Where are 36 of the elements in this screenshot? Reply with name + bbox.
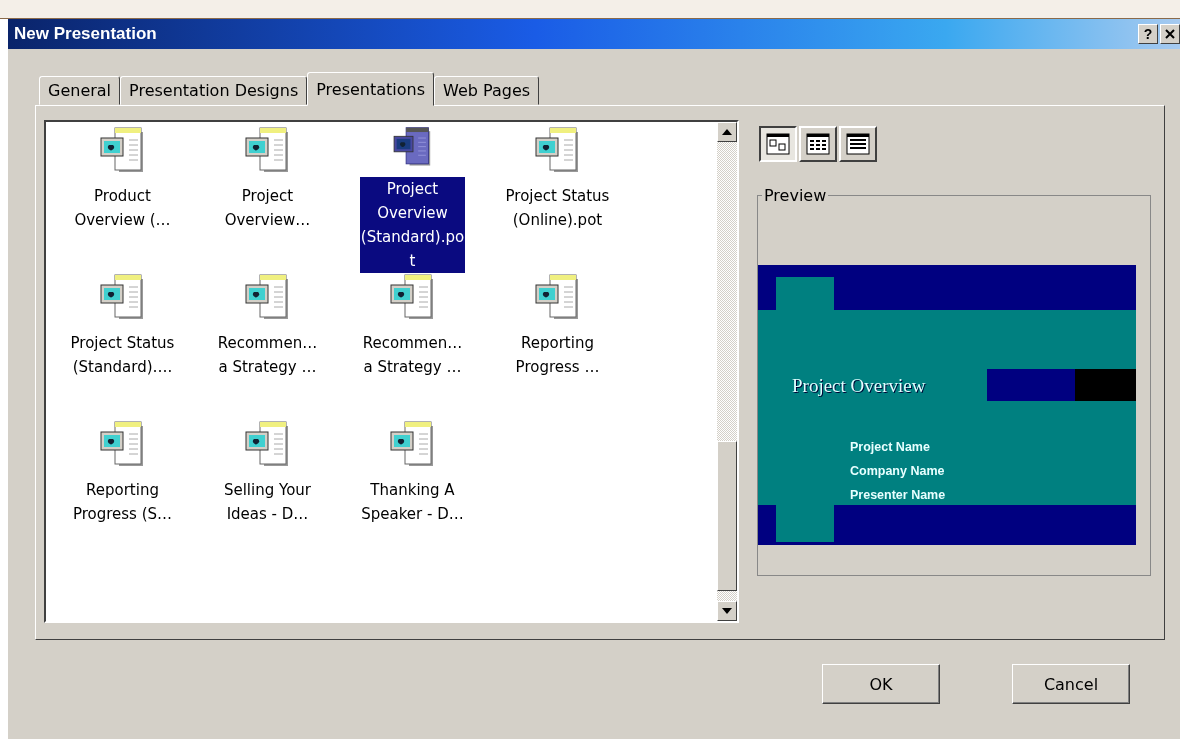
details-view-icon [846, 133, 870, 155]
scroll-thumb[interactable] [717, 441, 737, 591]
scrollbar[interactable] [717, 122, 737, 621]
file-label[interactable]: Recommen… a Strategy … [216, 331, 319, 379]
dialog-button[interactable]: Cancel [1012, 664, 1130, 704]
dialog-button[interactable]: OK [822, 664, 940, 704]
file-label[interactable]: Project Overview… [223, 184, 312, 232]
scroll-down-icon[interactable] [722, 608, 732, 614]
preview-label: Preview [763, 186, 828, 205]
file-label[interactable]: Project Overview (Standard).po t [359, 177, 466, 273]
slide-block [776, 277, 834, 310]
view-button[interactable] [759, 126, 797, 162]
tab[interactable]: Web Pages [434, 76, 540, 105]
help-button[interactable]: ? [1138, 24, 1158, 44]
scroll-up-icon[interactable] [722, 129, 732, 135]
slide-title: Project Overview [792, 375, 926, 397]
file-label[interactable]: Project Status (Online).pot [504, 184, 611, 232]
file-label[interactable]: Reporting Progress (S… [71, 478, 174, 526]
slide-text: Company Name [850, 463, 946, 480]
list-view-icon [806, 133, 830, 155]
close-button[interactable] [1160, 24, 1180, 44]
file-label[interactable]: Reporting Progress … [514, 331, 601, 379]
file-label[interactable]: Project Status (Standard)…. [69, 331, 176, 379]
tab[interactable]: Presentation Designs [120, 76, 308, 105]
file-label[interactable]: Thanking A Speaker - D… [360, 478, 465, 526]
slide-text: Presenter Name [850, 487, 947, 504]
file-label[interactable]: Selling Your Ideas - D… [222, 478, 313, 526]
slide-text: Project Name [850, 439, 931, 456]
window-title: New Presentation [14, 24, 158, 44]
tab[interactable]: General [39, 76, 121, 105]
slide-block [776, 505, 834, 542]
close-icon [1165, 29, 1175, 39]
tab[interactable]: Presentations [307, 72, 435, 106]
file-label[interactable]: Recommen… a Strategy … [361, 331, 464, 379]
large-icons-view-icon [766, 133, 790, 155]
file-label[interactable]: Product Overview (… [73, 184, 172, 232]
